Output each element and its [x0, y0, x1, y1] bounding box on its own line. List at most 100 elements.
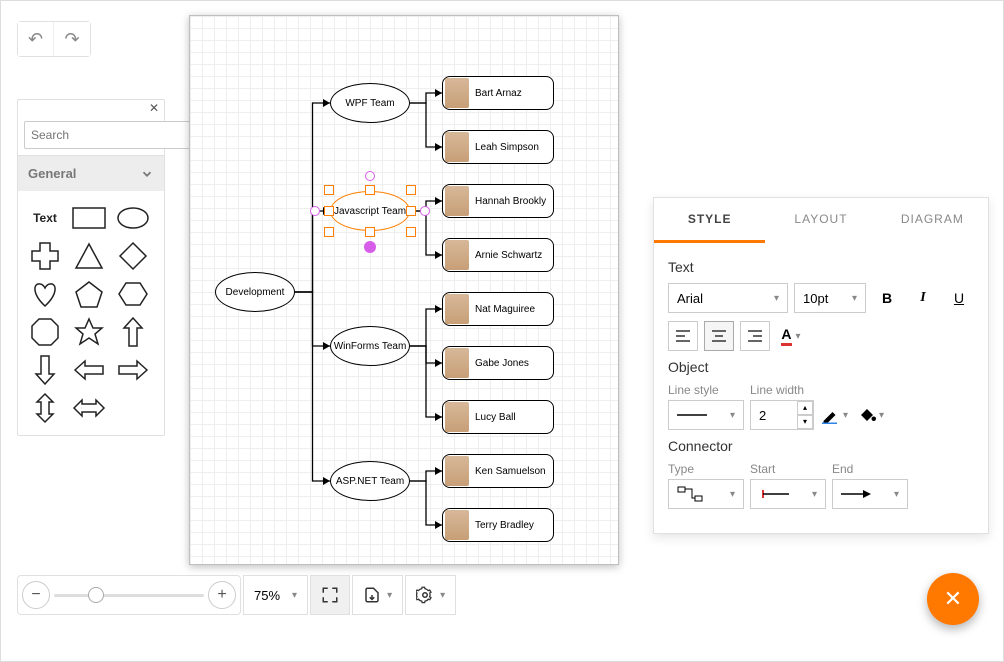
chevron-down-icon: ▾ [292, 590, 297, 601]
node-team[interactable]: Javascript Team [330, 191, 410, 231]
chevron-down-icon: ▾ [774, 293, 779, 304]
undo-button[interactable]: ↶ [18, 22, 54, 56]
shape-triangle[interactable] [68, 239, 110, 273]
shape-arrow-horizontal[interactable] [68, 391, 110, 425]
tab-style[interactable]: STYLE [654, 198, 765, 243]
node-person[interactable]: Terry Bradley [442, 508, 554, 542]
connector-type-label: Type [668, 462, 744, 476]
zoom-in-button[interactable]: + [208, 581, 236, 609]
connector-type-select[interactable]: ▾ [668, 479, 744, 509]
shape-arrow-right[interactable] [112, 353, 154, 387]
shape-cross[interactable] [24, 239, 66, 273]
chevron-down-icon: ▾ [879, 410, 884, 421]
selection-handle[interactable] [324, 185, 334, 195]
fullscreen-button[interactable] [310, 575, 350, 615]
selection-handle[interactable] [406, 185, 416, 195]
connector-start-label: Start [750, 462, 826, 476]
shape-ellipse[interactable] [112, 201, 154, 235]
text-color-button[interactable]: A▾ [776, 321, 806, 351]
selection-handle[interactable] [365, 185, 375, 195]
avatar [445, 294, 469, 324]
font-size-value: 10pt [803, 291, 828, 306]
stroke-color-button[interactable]: ▾ [820, 400, 850, 430]
node-person[interactable]: Gabe Jones [442, 346, 554, 380]
node-person[interactable]: Nat Maguiree [442, 292, 554, 326]
diagram-canvas[interactable]: Development WPF Team Bart Arnaz Leah Simpso… [189, 15, 619, 565]
connection-port[interactable] [420, 206, 430, 216]
selection-handle[interactable] [324, 206, 334, 216]
selection-handle[interactable] [324, 227, 334, 237]
section-object-header: Object [668, 359, 974, 375]
chevron-down-icon: ▾ [440, 590, 445, 601]
underline-button[interactable]: U [944, 283, 974, 313]
node-person[interactable]: Leah Simpson [442, 130, 554, 164]
tab-layout[interactable]: LAYOUT [765, 198, 876, 243]
line-style-select[interactable]: ▾ [668, 400, 744, 430]
shape-heart[interactable] [24, 277, 66, 311]
shape-text[interactable]: Text [24, 201, 66, 235]
node-person[interactable]: Ken Samuelson [442, 454, 554, 488]
export-button[interactable]: ▾ [352, 575, 403, 615]
line-width-up[interactable]: ▴ [797, 401, 813, 415]
chevron-down-icon: ▾ [730, 489, 735, 500]
node-team[interactable]: ASP.NET Team [330, 461, 410, 501]
connector-end-select[interactable]: ▾ [832, 479, 908, 509]
node-root[interactable]: Development [215, 272, 295, 312]
selection-handle[interactable] [406, 227, 416, 237]
selection-handle[interactable] [406, 206, 416, 216]
shape-arrow-up[interactable] [112, 315, 154, 349]
zoom-level-value: 75% [254, 588, 280, 603]
align-right-button[interactable] [740, 321, 770, 351]
section-text-header: Text [668, 259, 974, 275]
selection-handle[interactable] [365, 227, 375, 237]
node-team[interactable]: WinForms Team [330, 326, 410, 366]
shape-grid: Text [18, 191, 164, 435]
shape-arrow-left[interactable] [68, 353, 110, 387]
shape-star[interactable] [68, 315, 110, 349]
redo-button[interactable]: ↷ [54, 22, 90, 56]
close-fab[interactable]: ✕ [927, 573, 979, 625]
shape-pentagon[interactable] [68, 277, 110, 311]
bold-button[interactable]: B [872, 283, 902, 313]
shape-search-input[interactable] [24, 121, 193, 149]
person-card-label: Gabe Jones [475, 358, 529, 369]
italic-button[interactable]: I [908, 283, 938, 313]
shape-hexagon[interactable] [112, 277, 154, 311]
palette-section-header[interactable]: General [18, 156, 164, 191]
connection-port[interactable] [310, 206, 320, 216]
history-toolbar: ↶ ↷ [17, 21, 91, 57]
node-team[interactable]: WPF Team [330, 83, 410, 123]
person-card-label: Leah Simpson [475, 142, 539, 153]
node-person[interactable]: Lucy Ball [442, 400, 554, 434]
line-width-input[interactable]: 2 ▴ ▾ [750, 400, 814, 430]
line-width-down[interactable]: ▾ [797, 415, 813, 429]
node-person[interactable]: Bart Arnaz [442, 76, 554, 110]
zoom-level-select[interactable]: 75% ▾ [243, 575, 308, 615]
node-person[interactable]: Hannah Brookly [442, 184, 554, 218]
chevron-down-icon: ▾ [843, 410, 848, 421]
settings-button[interactable]: ▾ [405, 575, 456, 615]
palette-section-title: General [28, 166, 76, 181]
node-person[interactable]: Arnie Schwartz [442, 238, 554, 272]
connection-port[interactable] [365, 171, 375, 181]
shape-octagon[interactable] [24, 315, 66, 349]
palette-close-icon[interactable]: ✕ [18, 100, 164, 115]
rotate-handle[interactable] [364, 241, 376, 253]
zoom-slider[interactable] [54, 594, 204, 597]
align-left-button[interactable] [668, 321, 698, 351]
font-family-select[interactable]: Arial▾ [668, 283, 788, 313]
avatar [445, 132, 469, 162]
zoom-out-button[interactable]: − [22, 581, 50, 609]
line-style-label: Line style [668, 383, 744, 397]
connector-start-select[interactable]: ▾ [750, 479, 826, 509]
fill-color-button[interactable]: ▾ [856, 400, 886, 430]
shape-arrow-down[interactable] [24, 353, 66, 387]
font-size-select[interactable]: 10pt▾ [794, 283, 866, 313]
shape-arrow-vertical[interactable] [24, 391, 66, 425]
shape-rectangle[interactable] [68, 201, 110, 235]
tab-diagram[interactable]: DIAGRAM [877, 198, 988, 243]
shape-diamond[interactable] [112, 239, 154, 273]
avatar [445, 348, 469, 378]
avatar [445, 186, 469, 216]
align-center-button[interactable] [704, 321, 734, 351]
